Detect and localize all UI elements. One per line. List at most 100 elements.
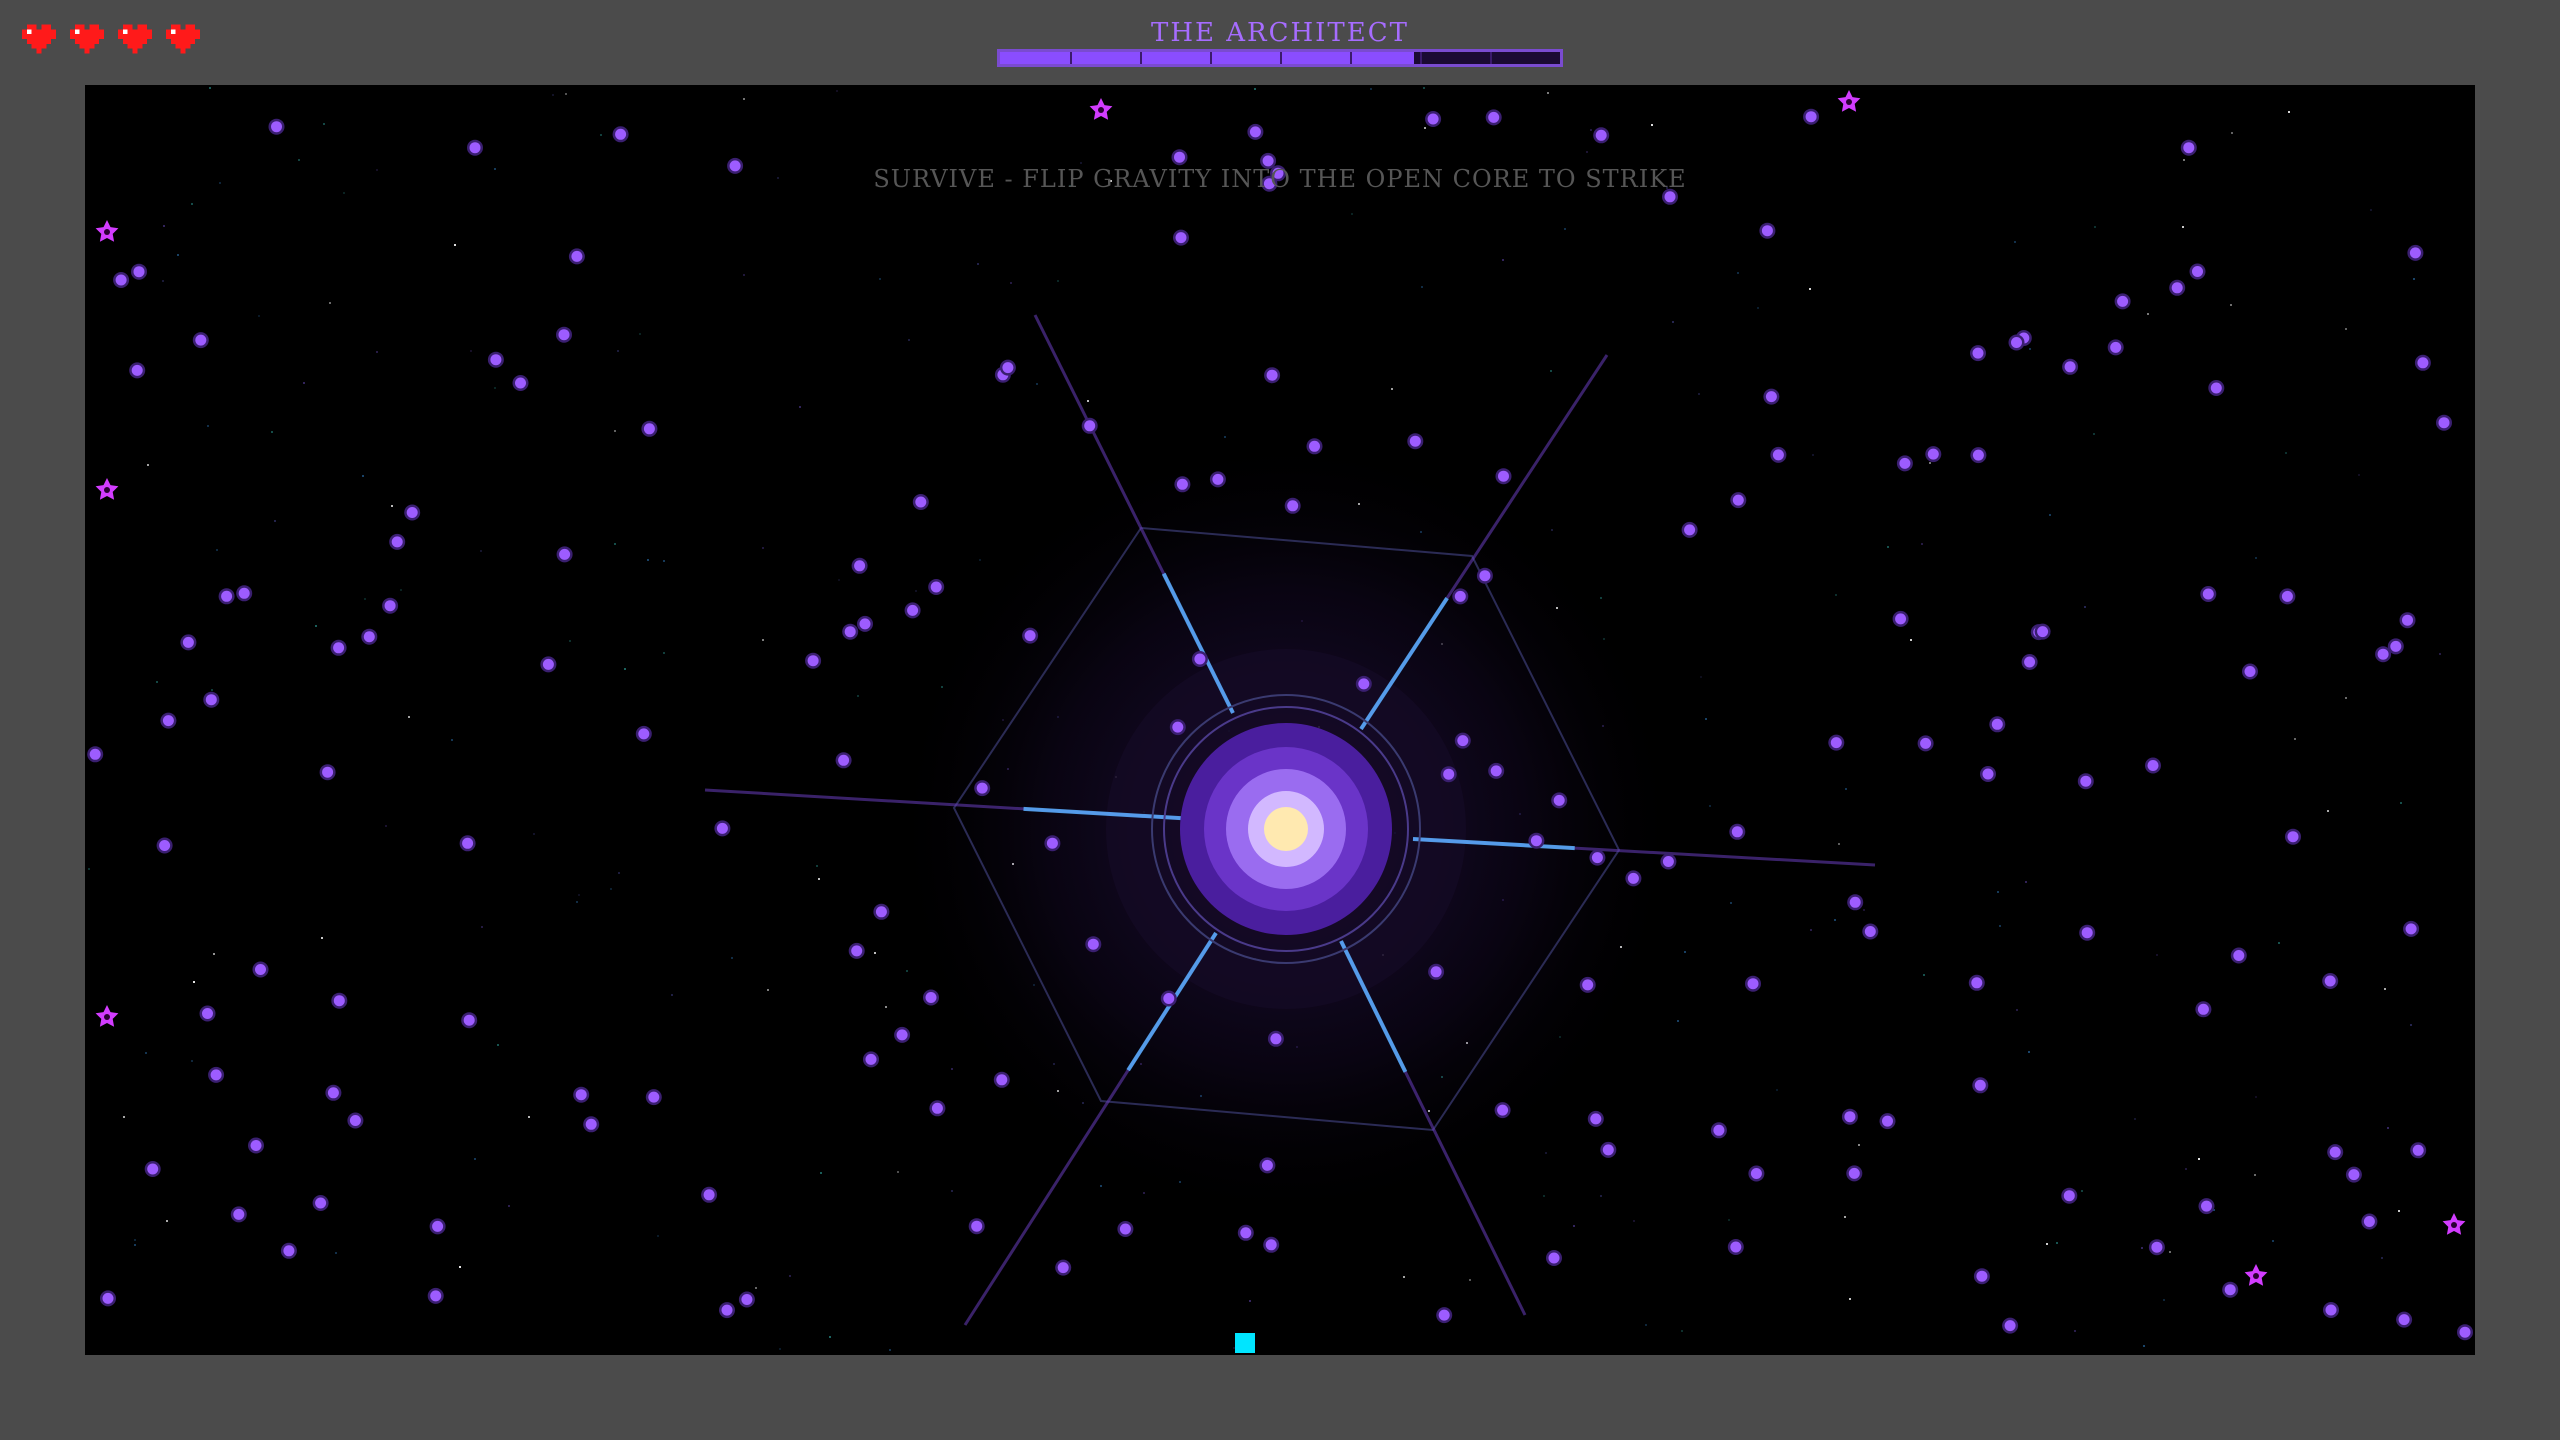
orb-projectile-core [1172, 721, 1184, 733]
orb-projectile-core [2417, 357, 2429, 369]
enemy-eye [1846, 99, 1852, 105]
star-particle [147, 464, 149, 466]
star-particle [335, 1252, 337, 1254]
orb-projectile-core [542, 658, 554, 670]
orb-projectile-core [559, 548, 571, 560]
star-particle [2345, 328, 2347, 330]
orb-projectile-core [159, 840, 171, 851]
orb-projectile-core [2202, 588, 2214, 600]
star-particle [2081, 1190, 2083, 1192]
star-particle [1849, 1298, 1851, 1300]
lives-display [22, 22, 200, 56]
boss-health-segment [1070, 52, 1072, 64]
orb-projectile-core [115, 274, 127, 286]
star-particle [906, 970, 908, 972]
star-particle [207, 425, 209, 427]
star-particle [2134, 1118, 2136, 1120]
orb-projectile-core [131, 364, 143, 376]
star-particle [2183, 159, 2185, 161]
orb-projectile-core [2459, 1326, 2471, 1338]
orb-projectile-core [971, 1220, 983, 1232]
star-particle [1543, 1195, 1545, 1197]
enemy-eye [1098, 107, 1104, 113]
orb-projectile-core [283, 1245, 295, 1257]
orb-projectile-core [585, 1118, 597, 1130]
orb-projectile-core [333, 642, 345, 654]
orb-projectile-core [1662, 856, 1674, 867]
star-particle [258, 315, 260, 317]
star-particle [1838, 843, 1840, 845]
orb-projectile-core [102, 1292, 114, 1304]
star-particle [1370, 88, 1372, 90]
star-particle [480, 550, 482, 552]
orb-projectile-core [2117, 295, 2129, 307]
star-particle [1502, 259, 1504, 261]
star-particle [552, 94, 554, 96]
star-particle [657, 1235, 659, 1237]
objective-text: SURVIVE - FLIP GRAVITY INTO THE OPEN COR… [873, 165, 1687, 193]
orb-projectile-core [1498, 470, 1509, 482]
star-particle [1910, 639, 1912, 641]
orb-projectile-core [2329, 1146, 2341, 1158]
orb-projectile-core [515, 377, 526, 389]
star-particle [908, 339, 910, 341]
orb-projectile-core [1627, 872, 1639, 884]
orb-projectile-core [643, 423, 655, 435]
star-particle [2255, 557, 2257, 559]
star-particle [1423, 87, 1425, 89]
orb-projectile-core [2063, 1190, 2075, 1202]
star-particle [2028, 1051, 2030, 1053]
game-arena[interactable]: SURVIVE - FLIP GRAVITY INTO THE OPEN COR… [85, 85, 2475, 1355]
star-particle [2074, 1330, 2076, 1332]
orb-projectile-core [1772, 449, 1784, 461]
star-particle [1858, 1144, 1860, 1146]
star-particle [762, 547, 764, 549]
orb-projectile-core [875, 906, 887, 918]
star-particle [2084, 606, 2086, 608]
star-particle [315, 625, 317, 627]
orb-projectile-core [2233, 950, 2245, 961]
star-particle [2016, 1009, 2018, 1011]
star-particle [303, 382, 305, 384]
star-particle [134, 1239, 136, 1241]
orb-projectile-core [1591, 852, 1603, 864]
star-particle [459, 1266, 461, 1268]
boss-health-segment [1280, 52, 1282, 64]
orb-projectile-core [2409, 247, 2421, 259]
orb-projectile-core [1266, 369, 1278, 381]
orb-projectile-core [1174, 151, 1185, 163]
star-particle [1424, 127, 1426, 129]
orb-projectile-core [1731, 826, 1743, 838]
orb-projectile-core [1240, 1227, 1252, 1239]
star-particle [1545, 1152, 1547, 1154]
orb-projectile-core [89, 748, 101, 760]
orb-projectile-core [333, 995, 345, 1007]
star-particle [1036, 383, 1038, 385]
star-particle [211, 689, 213, 691]
orb-projectile-core [2412, 1144, 2424, 1156]
star-particle [618, 872, 620, 874]
orb-projectile-core [1844, 1111, 1856, 1123]
enemy-eye [104, 1014, 110, 1020]
star-particle [2029, 348, 2031, 350]
orb-projectile-core [1976, 1270, 1988, 1282]
star-particle [816, 865, 818, 867]
star-particle [145, 1052, 147, 1054]
orb-projectile-core [648, 1091, 660, 1103]
star-particle [2147, 313, 2149, 315]
boss-name: THE ARCHITECT [1150, 18, 1409, 48]
star-particle [163, 225, 165, 227]
orb-projectile-core [221, 590, 233, 602]
boss-health-fill [1000, 52, 1415, 64]
orb-projectile-core [2201, 1200, 2212, 1212]
star-particle [2358, 474, 2360, 476]
star-particle [1834, 919, 1836, 921]
star-particle [951, 1068, 953, 1070]
star-particle [193, 981, 195, 983]
orb-projectile-core [1046, 837, 1058, 849]
orb-projectile-core [1548, 1252, 1560, 1264]
orb-projectile-core [2011, 337, 2022, 348]
orb-projectile-core [859, 618, 871, 630]
boss-health-segment [1140, 52, 1142, 64]
orb-projectile-core [716, 822, 728, 834]
